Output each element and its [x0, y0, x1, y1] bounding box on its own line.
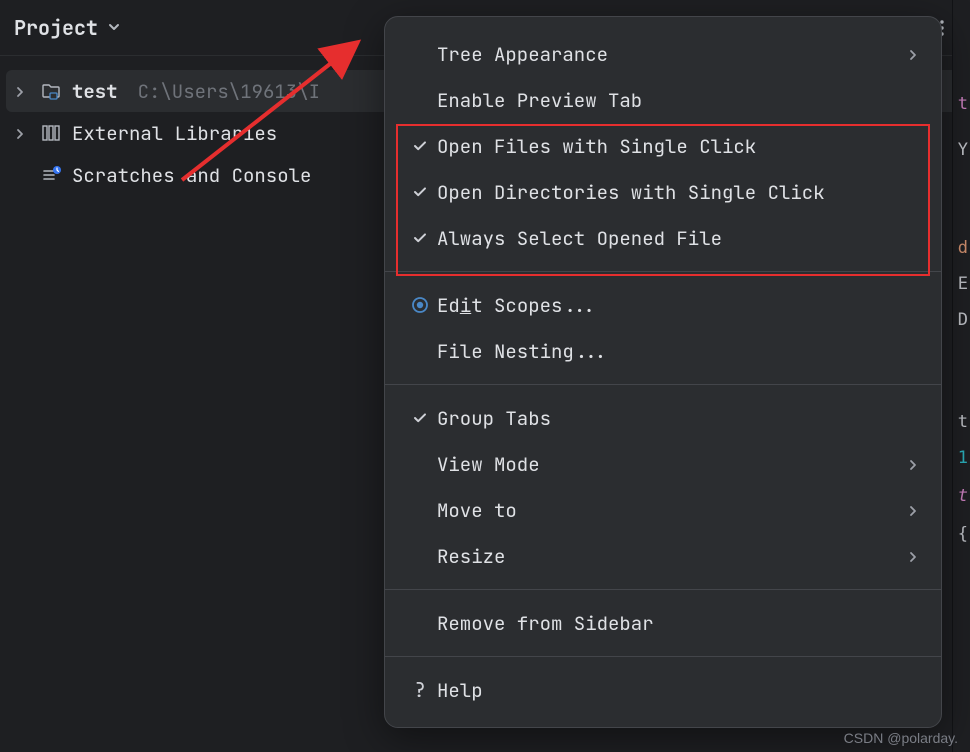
menu-separator [385, 271, 941, 272]
menu-separator [385, 656, 941, 657]
watermark: CSDN @polarday. [844, 730, 958, 746]
submenu-arrow-icon [907, 42, 919, 67]
menu-view-mode[interactable]: View Mode [385, 441, 941, 487]
editor-sliver: t Y d E D t 1 t { [952, 0, 970, 752]
checkmark-icon [403, 184, 437, 200]
scratches-icon [40, 164, 62, 186]
tree-node-label: Scratches and Console [72, 163, 311, 188]
tree-node-label: External Libraries [72, 121, 277, 146]
menu-separator [385, 384, 941, 385]
menu-open-files-single-click[interactable]: Open Files with Single Click [385, 123, 941, 169]
chevron-right-icon[interactable] [14, 79, 30, 104]
menu-always-select-opened-file[interactable]: Always Select Opened File [385, 215, 941, 261]
menu-move-to[interactable]: Move to [385, 487, 941, 533]
project-panel-title[interactable]: Project [14, 15, 122, 41]
submenu-arrow-icon [907, 544, 919, 569]
chevron-right-icon[interactable] [14, 121, 30, 146]
radio-selected-icon [403, 296, 437, 314]
menu-group-tabs[interactable]: Group Tabs [385, 395, 941, 441]
menu-file-nesting[interactable]: File Nesting... [385, 328, 941, 374]
menu-label: Edit Scopes... [437, 293, 919, 318]
checkmark-icon [403, 230, 437, 246]
panel-title-label: Project [14, 15, 98, 41]
options-popup-menu: Tree Appearance Enable Preview Tab Open … [384, 16, 942, 728]
menu-open-directories-single-click[interactable]: Open Directories with Single Click [385, 169, 941, 215]
menu-tree-appearance[interactable]: Tree Appearance [385, 31, 941, 77]
menu-remove-from-sidebar[interactable]: Remove from Sidebar [385, 600, 941, 646]
tree-node-label: test [72, 79, 118, 104]
tree-node-path: C:\Users\19613\I [138, 79, 320, 104]
checkmark-icon [403, 138, 437, 154]
folder-icon [40, 80, 62, 102]
menu-help[interactable]: ? Help [385, 667, 941, 713]
submenu-arrow-icon [907, 498, 919, 523]
menu-enable-preview-tab[interactable]: Enable Preview Tab [385, 77, 941, 123]
menu-edit-scopes[interactable]: Edit Scopes... [385, 282, 941, 328]
submenu-arrow-icon [907, 452, 919, 477]
help-icon: ? [403, 677, 437, 703]
menu-separator [385, 589, 941, 590]
menu-resize[interactable]: Resize [385, 533, 941, 579]
library-icon [40, 122, 62, 144]
chevron-down-icon [106, 15, 122, 41]
checkmark-icon [403, 410, 437, 426]
